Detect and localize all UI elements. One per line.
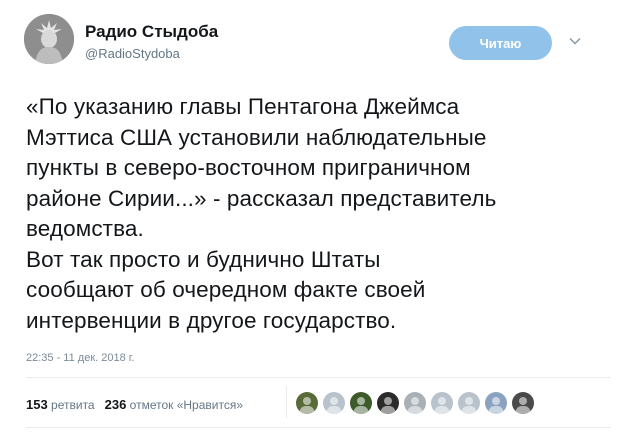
tweet-timestamp[interactable]: 22:35 - 11 дек. 2018 г.	[26, 352, 135, 364]
liker-avatar-4[interactable]	[377, 392, 399, 414]
liker-avatar-8[interactable]	[485, 392, 507, 414]
chevron-down-icon[interactable]	[568, 34, 582, 48]
likes-label: отметок «Нравится»	[129, 398, 244, 412]
tweet-text-line: «По указанию главы Пентагона Джеймса	[26, 94, 460, 119]
retweets-label: ретвита	[51, 398, 95, 412]
liker-avatars	[296, 392, 539, 414]
liker-avatar-3[interactable]	[350, 392, 372, 414]
follow-button[interactable]: Читаю	[449, 26, 552, 60]
author-display-name[interactable]: Радио Стыдоба	[85, 22, 218, 42]
divider	[26, 377, 611, 378]
tweet-text-line: ведомства.	[26, 216, 144, 241]
liker-avatar-5[interactable]	[404, 392, 426, 414]
divider	[26, 427, 611, 428]
tweet-text-line: интервенции в другое государство.	[26, 307, 397, 333]
liker-avatar-7[interactable]	[458, 392, 480, 414]
tweet-text: «По указанию главы Пентагона Джеймса Мэт…	[26, 92, 611, 336]
likes-stat[interactable]: 236 отметок «Нравится»	[104, 397, 244, 412]
liker-avatar-2[interactable]	[323, 392, 345, 414]
liker-avatar-9[interactable]	[512, 392, 534, 414]
tweet-stats: 153 ретвита 236 отметок «Нравится»	[26, 397, 243, 412]
likes-count: 236	[104, 397, 127, 412]
liker-avatar-1[interactable]	[296, 392, 318, 414]
author-avatar[interactable]	[24, 14, 74, 64]
tweet-text-line: Мэттиса США установили наблюдательные	[26, 124, 487, 150]
tweet-text-line: сообщают об очередном факте своей	[26, 277, 426, 302]
tweet-text-line: районе Сирии...» - рассказал представите…	[26, 185, 497, 211]
retweets-count: 153	[26, 397, 48, 412]
liker-avatar-6[interactable]	[431, 392, 453, 414]
stats-separator	[286, 386, 287, 418]
retweets-stat[interactable]: 153 ретвита	[26, 397, 95, 412]
tweet-text-line: пункты в северо-восточном приграничном	[26, 155, 471, 180]
tweet-text-line: Вот так просто и буднично Штаты	[26, 246, 381, 272]
author-handle[interactable]: @RadioStydoba	[85, 45, 218, 62]
author-info: Радио Стыдоба @RadioStydoba	[85, 22, 218, 62]
